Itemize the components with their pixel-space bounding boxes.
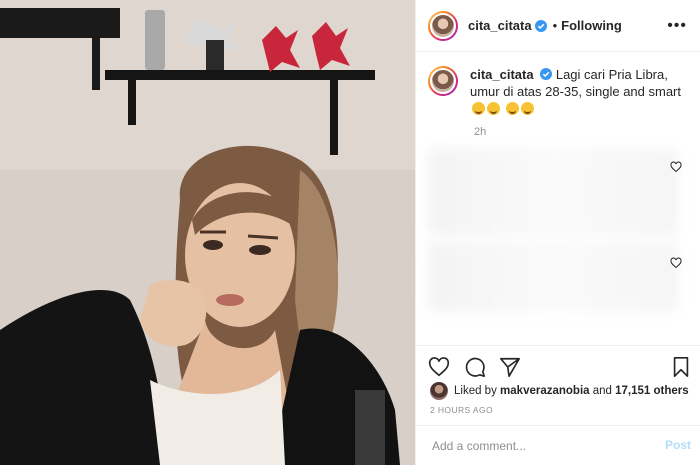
- heart-icon[interactable]: [428, 356, 450, 378]
- comment-input[interactable]: [430, 437, 654, 454]
- action-bar: [416, 345, 700, 386]
- following-button[interactable]: Following: [561, 18, 622, 33]
- caption-avatar[interactable]: [428, 66, 458, 96]
- likes-summary: Liked by makverazanobia and 17,151 other…: [430, 382, 689, 400]
- separator-dot: •: [552, 18, 558, 33]
- post-sidebar: cita_citata • Following ••• cita_citata …: [415, 0, 700, 465]
- add-comment-bar: Post: [416, 425, 700, 465]
- post-comment-button[interactable]: Post: [665, 438, 691, 452]
- photo-illustration: [0, 0, 415, 465]
- liked-and: and: [592, 385, 612, 397]
- likes-count-link[interactable]: 17,151 others: [615, 385, 689, 397]
- comment-icon[interactable]: [464, 356, 486, 378]
- caption-username[interactable]: cita_citata: [470, 67, 534, 82]
- laugh-emoji-icon: [520, 102, 534, 115]
- author-username[interactable]: cita_citata: [468, 18, 532, 33]
- grin-emoji-icon: [472, 102, 485, 115]
- caption-relative-time: 2h: [474, 126, 487, 138]
- share-icon[interactable]: [499, 356, 521, 378]
- caption-comment: cita_citata Lagi cari Pria Libra, umur d…: [428, 66, 690, 117]
- like-comment-heart-icon[interactable]: [670, 257, 682, 269]
- tongue-emoji-icon: [505, 102, 519, 115]
- post-timestamp[interactable]: 2 HOURS AGO: [430, 405, 493, 415]
- blurred-comment: [428, 148, 678, 236]
- author-avatar[interactable]: [428, 10, 458, 41]
- blurred-comment: [428, 242, 678, 312]
- liker-username[interactable]: makverazanobia: [500, 385, 590, 397]
- caption-text-block: cita_citata Lagi cari Pria Libra, umur d…: [470, 66, 690, 117]
- more-options-icon[interactable]: •••: [667, 17, 687, 35]
- post-photo[interactable]: [0, 0, 415, 465]
- liker-avatar[interactable]: [430, 382, 448, 400]
- verified-badge-icon: [534, 19, 547, 32]
- verified-badge-icon: [540, 68, 553, 80]
- grin-emoji-icon: [487, 102, 500, 115]
- post-header: cita_citata • Following •••: [416, 0, 700, 52]
- bookmark-icon[interactable]: [670, 356, 692, 378]
- like-comment-heart-icon[interactable]: [670, 161, 682, 173]
- liked-prefix: Liked by: [454, 385, 497, 397]
